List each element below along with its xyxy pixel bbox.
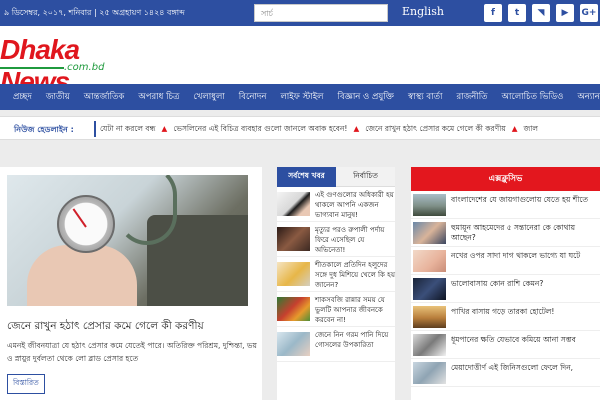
top-bar: ৯ ডিসেম্বর, ২০১৭, শনিবার | ২৫ অগ্রহায়ণ … (0, 0, 600, 26)
featured-article: জেনে রাখুন হঠাৎ প্রেসার কমে গেলে কী করণী… (0, 167, 262, 400)
ticker-item[interactable]: জেনে রাখুন হঠাৎ প্রেসার কমে গেলে কী করণী… (365, 124, 506, 136)
thumbnail (277, 332, 310, 356)
list-item[interactable]: পাখির বাসায় গড়ে তারকা হোটেল! (411, 303, 600, 331)
nav-item-sports[interactable]: খেলাধুলা (193, 90, 224, 104)
bullet-icon: ▲ (511, 124, 518, 133)
thumbnail (277, 227, 310, 251)
nav-item-video[interactable]: আলোচিত ভিডিও (502, 90, 564, 104)
featured-image[interactable] (7, 175, 248, 306)
ticker-item[interactable]: যেটা না করলে বন্ধ (100, 124, 156, 136)
ticker-label: নিউজ হেডলাইন : (14, 125, 74, 134)
featured-summary: এমনই জীবনযাত্রা যে হঠাৎ প্রেসার কমে যেতে… (7, 341, 257, 363)
list-item[interactable]: ভালোবাসায় কোন রাশি কেমন? (411, 275, 600, 303)
list-item[interactable]: মেয়াদোত্তীর্ণ এই জিনিসগুলো ফেলে দিন, (411, 359, 600, 387)
rss-icon[interactable]: ◥ (532, 4, 550, 22)
tab-selected[interactable]: নির্বাচিত (336, 167, 395, 187)
twitter-icon[interactable]: t (508, 4, 526, 22)
list-item-title: শীতকালে প্রতিদিন হলুদের সঙ্গে দুধ মিশিয়… (315, 261, 395, 289)
ticker-divider (94, 121, 96, 137)
thumbnail (277, 192, 310, 216)
list-item[interactable]: শীতকালে প্রতিদিন হলুদের সঙ্গে দুধ মিশিয়… (277, 257, 395, 292)
list-item-title: শাকসবজি রান্নার সময় যে ভুলটি আপনার জীবন… (315, 296, 385, 324)
list-item[interactable]: জেনে নিন গরম পানি দিয়ে গোসলের উপকারিতা (277, 327, 395, 362)
list-item-title: মেয়াদোত্তীর্ণ এই জিনিসগুলো ফেলে দিন, (451, 363, 574, 372)
thumbnail (413, 334, 446, 356)
thumbnail (413, 278, 446, 300)
list-item[interactable]: এই গুণগুলোর অধিকারী হয় থাকলে আপনি একজন … (277, 187, 395, 222)
bullet-icon: ▲ (161, 124, 168, 133)
tab-latest[interactable]: সর্বশেষ খবর (277, 167, 336, 187)
google-plus-icon[interactable]: G+ (580, 4, 598, 22)
logo-domain-text: .com.bd (64, 62, 105, 73)
list-item[interactable]: মৃত্যুর পরও রুপালী পর্দায় ফিরে এসেছিল য… (277, 222, 395, 257)
nav-item-entertainment[interactable]: বিনোদন (239, 90, 267, 104)
ticker-item[interactable]: জাল (524, 124, 538, 136)
gauge-shape (57, 195, 115, 253)
exclusive-panel: এক্সক্লুসিভ বাংলাদেশের যে জায়গাগুলোয় য… (411, 167, 600, 400)
list-item[interactable]: নখের ওপর সাদা দাগ থাকলে ভাগ্যে যা ঘটে (411, 247, 600, 275)
headline-ticker: নিউজ হেডলাইন : যেটা না করলে বন্ধ ▲ ভেসলি… (0, 116, 600, 140)
search-input[interactable]: সার্চ (254, 4, 388, 22)
list-item-title: হুমায়ূন আহমেদের ৫ সন্তানেরা কে কোথায় আ… (451, 223, 576, 242)
thumbnail (413, 250, 446, 272)
nav-item-lifestyle[interactable]: লাইফ স্টাইল (280, 90, 323, 104)
ticker-items: যেটা না করলে বন্ধ ▲ ভেসলিনের এই বিচিত্র … (100, 124, 538, 136)
bullet-icon: ▲ (353, 124, 360, 133)
facebook-icon[interactable]: f (484, 4, 502, 22)
list-item-title: জেনে নিন গরম পানি দিয়ে গোসলের উপকারিতা (315, 331, 389, 349)
social-links: f t ◥ ▶ G+ (484, 4, 598, 22)
logo-band: Dhaka News .com.bd (0, 26, 600, 97)
tube-shape (117, 175, 177, 245)
nav-item-home[interactable]: প্রচ্ছদ (13, 90, 32, 104)
nav-item-health[interactable]: স্বাস্থ্য বার্তা (408, 90, 442, 104)
list-item-title: পাখির বাসায় গড়ে তারকা হোটেল! (451, 307, 555, 316)
main-nav: প্রচ্ছদ জাতীয় আন্তর্জাতিক অপরাধ চিত্র খ… (0, 84, 600, 110)
english-link[interactable]: English (402, 5, 444, 18)
list-item-title: এই গুণগুলোর অধিকারী হয় থাকলে আপনি একজন … (315, 191, 394, 219)
read-more-button[interactable]: বিস্তারিত (7, 374, 45, 394)
thumbnail (413, 362, 446, 384)
nav-item-international[interactable]: আন্তর্জাতিক (84, 90, 125, 104)
thumbnail (413, 194, 446, 216)
list-item-title: বাংলাদেশের যে জায়গাগুলোয় যেতে হয় শীতে (451, 195, 588, 204)
latest-news-panel: সর্বশেষ খবর নির্বাচিত এই গুণগুলোর অধিকার… (277, 167, 395, 400)
thumbnail (413, 222, 446, 244)
logo-underline (0, 67, 64, 69)
list-item[interactable]: শাকসবজি রান্নার সময় যে ভুলটি আপনার জীবন… (277, 292, 395, 327)
thumbnail (413, 306, 446, 328)
exclusive-heading: এক্সক্লুসিভ (411, 167, 600, 191)
nav-item-crime[interactable]: অপরাধ চিত্র (138, 90, 179, 104)
hand-shape (27, 245, 137, 306)
site-logo[interactable]: Dhaka News .com.bd (0, 34, 130, 97)
list-item-title: ভালোবাসায় কোন রাশি কেমন? (451, 279, 544, 288)
featured-title[interactable]: জেনে রাখুন হঠাৎ প্রেসার কমে গেলে কী করণী… (7, 319, 204, 336)
list-item-title: ধূমপানের ক্ষতি যেভাবে কমিয়ে আনা সম্ভব (451, 335, 576, 344)
ticker-item[interactable]: ভেসলিনের এই বিচিত্র ব্যবহার গুলো জানলে অ… (173, 124, 347, 136)
nav-item-more[interactable]: অন্যান্য (577, 90, 600, 104)
nav-item-science-tech[interactable]: বিজ্ঞান ও প্রযুক্তি (338, 90, 394, 104)
list-item-title: নখের ওপর সাদা দাগ থাকলে ভাগ্যে যা ঘটে (451, 251, 581, 260)
news-tabs: সর্বশেষ খবর নির্বাচিত (277, 167, 395, 187)
current-date: ৯ ডিসেম্বর, ২০১৭, শনিবার | ২৫ অগ্রহায়ণ … (4, 8, 185, 17)
nav-item-politics[interactable]: রাজনীতি (456, 90, 487, 104)
list-item-title: মৃত্যুর পরও রুপালী পর্দায় ফিরে এসেছিল য… (315, 226, 385, 254)
thumbnail (277, 262, 310, 286)
youtube-icon[interactable]: ▶ (556, 4, 574, 22)
list-item[interactable]: বাংলাদেশের যে জায়গাগুলোয় যেতে হয় শীতে (411, 191, 600, 219)
nav-item-national[interactable]: জাতীয় (46, 90, 70, 104)
list-item[interactable]: হুমায়ূন আহমেদের ৫ সন্তানেরা কে কোথায় আ… (411, 219, 600, 247)
list-item[interactable]: ধূমপানের ক্ষতি যেভাবে কমিয়ে আনা সম্ভব (411, 331, 600, 359)
thumbnail (277, 297, 310, 321)
